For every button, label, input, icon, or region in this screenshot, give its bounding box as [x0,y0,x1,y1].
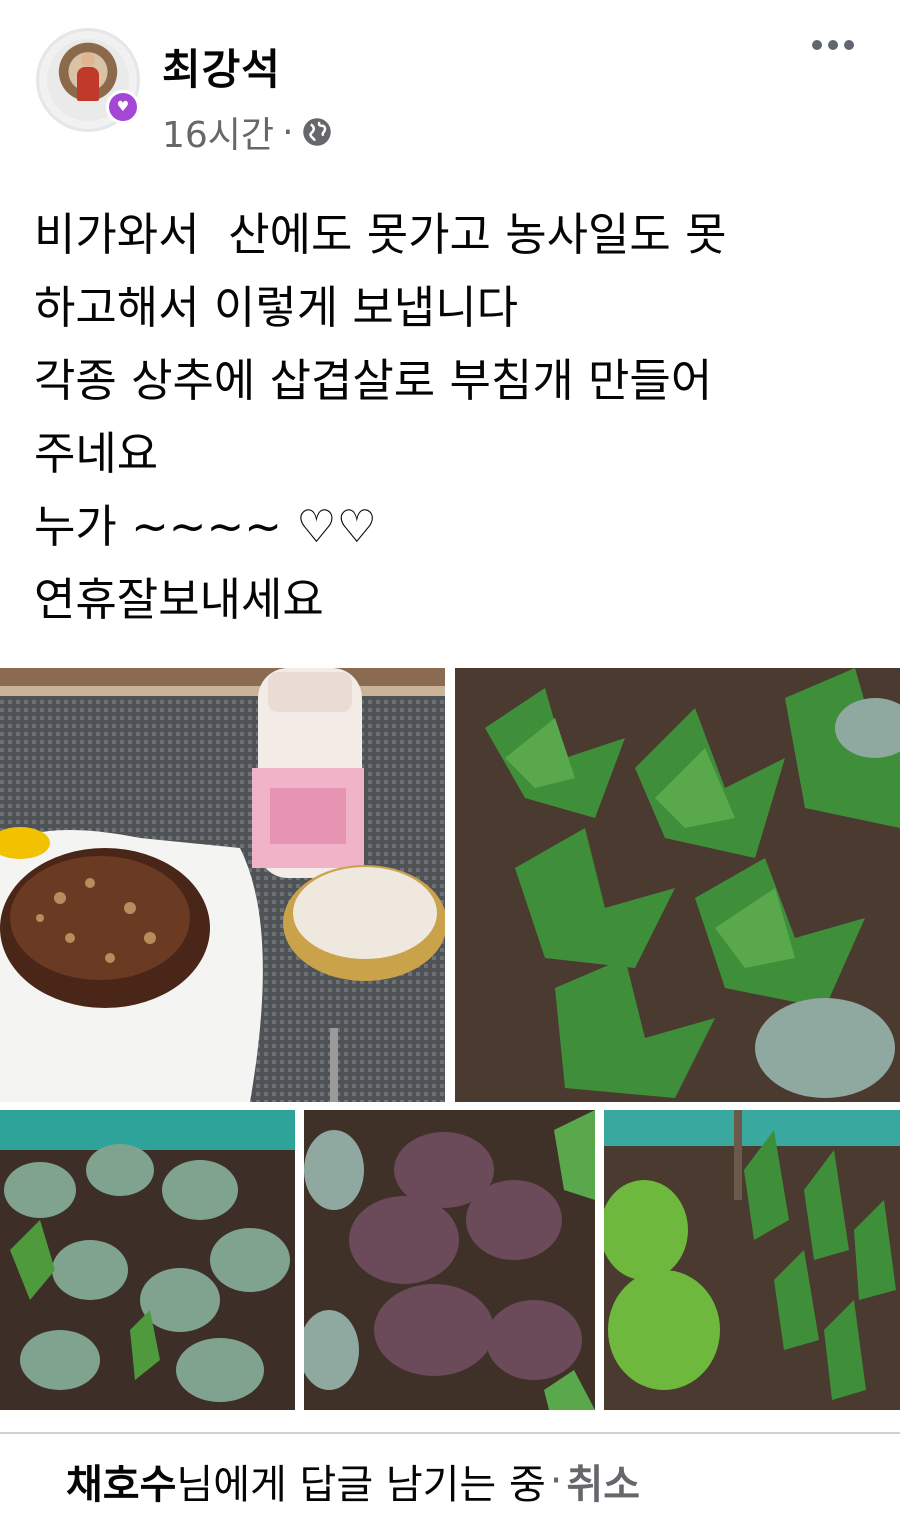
heart-badge-icon: ♥ [106,90,140,124]
reply-separator: · [549,1458,563,1504]
more-dot-icon [812,40,822,50]
photo-lettuce-bed[interactable] [604,1110,900,1410]
reply-divider [0,1432,900,1434]
reply-status-text: 님에게 답글 남기는 중 [176,1462,546,1508]
more-options-button[interactable] [812,40,854,50]
photo-herbs[interactable] [455,668,900,1102]
author-name[interactable]: 최강석 [162,36,281,97]
photo-cabbage-seedlings[interactable] [0,1110,295,1410]
post-meta: 16시간 · [162,106,332,158]
photo-purple-lettuce[interactable] [304,1110,595,1410]
photo-grid [0,668,900,1410]
avatar-person-body [77,67,99,101]
avatar-person-head [81,53,95,67]
post-text: 비가와서 산에도 못가고 농사일도 못 하고해서 이렇게 보냅니다 각종 상추에… [34,208,727,626]
meta-separator: · [282,111,294,153]
photo-food[interactable] [0,668,445,1102]
globe-icon [302,118,331,146]
post-time[interactable]: 16시간 [162,106,274,158]
more-dot-icon [828,40,838,50]
more-dot-icon [844,40,854,50]
post-header: ♥ 최강석 16시간 · [0,0,900,170]
cancel-reply-button[interactable]: 취소 [566,1452,640,1510]
reply-status-bar: 채호수 님에게 답글 남기는 중 · 취소 [66,1452,640,1510]
reply-target-name: 채호수 [66,1462,177,1508]
